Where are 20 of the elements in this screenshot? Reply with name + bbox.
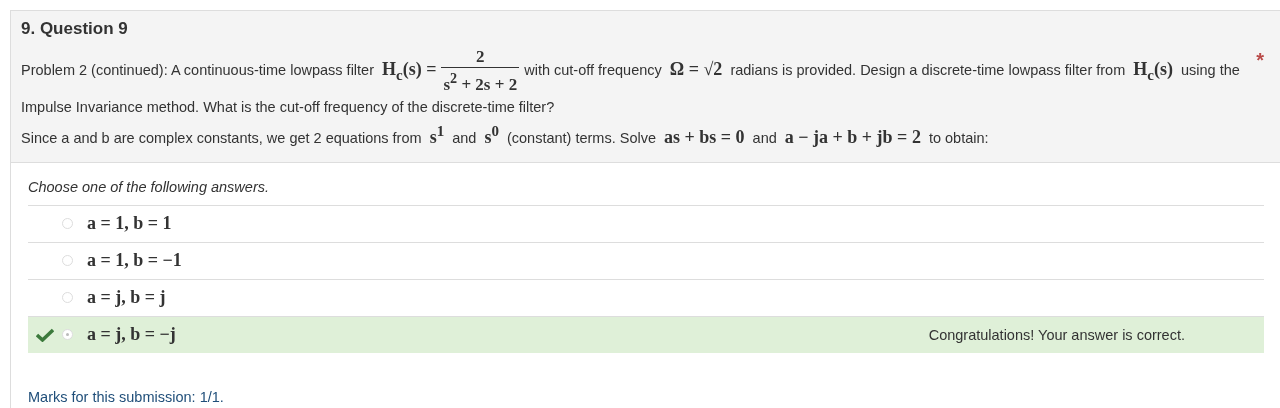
answer-option[interactable]: a = j, b = −j Congratulations! Your answer is correct. xyxy=(28,315,1264,353)
radio-button[interactable] xyxy=(62,255,73,267)
answer-option[interactable]: a = 1, b = −1 xyxy=(28,241,1264,279)
answer-option[interactable]: a = 1, b = 1 xyxy=(28,204,1264,242)
required-mark: * xyxy=(1256,49,1264,72)
hint-text: Since a and b are complex constants, we get 2 equations from s$^{1}$ and s$^{0}$ (constant) terms. Solve as + bs = 0 and a − ja + b + jb = 2 to obtain: xyxy=(21,121,990,149)
problem-text: Problem 2 (continued): A continuous-time lowpass filter H$_{c}$(s) = 2 s$^{2}$ + 2s + 2 with cut-off frequency Ω = √2 radians is provided. Design a discrete-time lowpass filter from H$_{c}$(s) using the Impulse Invariance method. What is the cut-off frequency of the discrete-time filter? xyxy=(21,47,1241,117)
answer-label: a = 1, b = −1 xyxy=(87,250,182,272)
radio-button[interactable] xyxy=(62,329,73,341)
check-icon xyxy=(36,327,54,342)
radio-button[interactable] xyxy=(62,292,73,304)
answer-label: a = j, b = −j xyxy=(87,324,176,346)
answer-option[interactable]: a = j, b = j xyxy=(28,278,1264,316)
answer-prompt: Choose one of the following answers. xyxy=(28,178,270,195)
radio-button[interactable] xyxy=(62,218,73,230)
question-title: 9. Question 9 xyxy=(21,19,129,39)
feedback-text: Congratulations! Your answer is correct. xyxy=(928,326,1185,343)
marks-text: Marks for this submission: 1/1. xyxy=(28,388,225,405)
answer-label: a = j, b = j xyxy=(87,287,166,309)
answer-label: a = 1, b = 1 xyxy=(87,213,172,235)
